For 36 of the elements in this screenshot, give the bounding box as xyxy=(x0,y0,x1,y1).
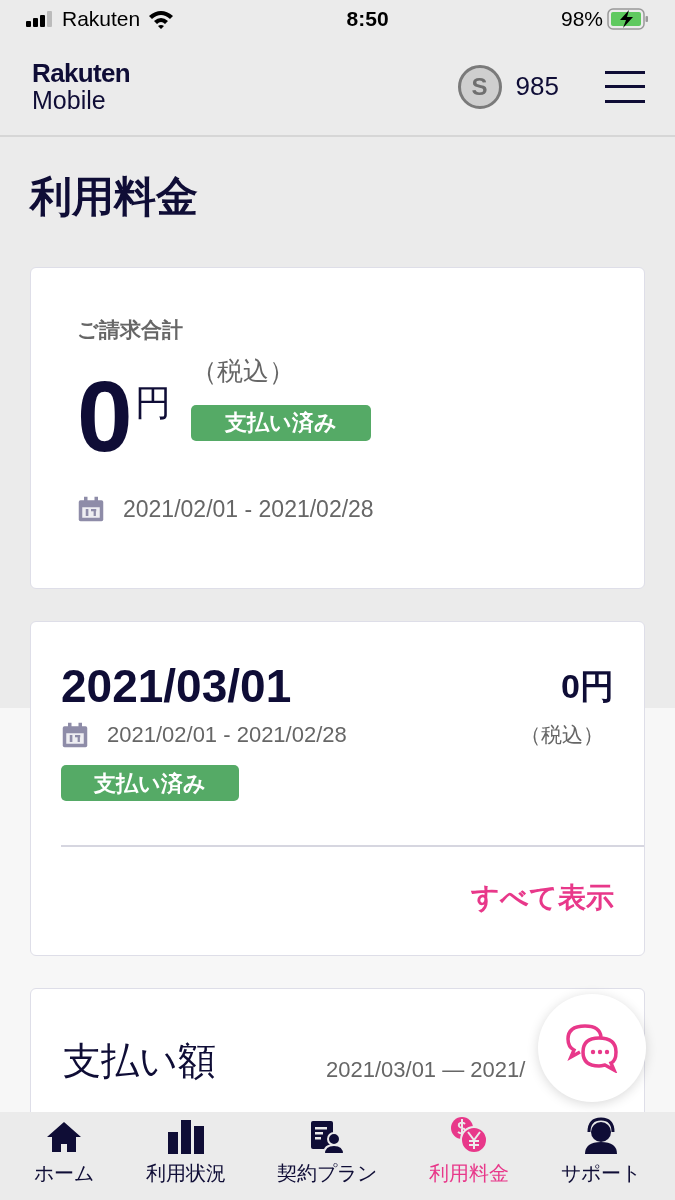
payment-period: 2021/03/01 — 2021/ xyxy=(326,1056,526,1084)
signal-icon xyxy=(26,11,54,27)
nav-tab[interactable]: 利用状況 xyxy=(145,1118,226,1188)
menu-button[interactable] xyxy=(605,70,645,103)
battery-charging-icon xyxy=(607,8,649,30)
summary-label: ご請求合計 xyxy=(77,317,184,343)
points-balance: 985 xyxy=(515,70,559,103)
nav-tab[interactable]: 契約プラン xyxy=(277,1120,378,1188)
logo-subtitle: Mobile xyxy=(32,88,107,113)
payment-title: 支払い額 xyxy=(63,1039,216,1084)
bill-date: 2021/03/01 xyxy=(61,659,292,714)
nav-tab[interactable]: ホーム xyxy=(33,1120,94,1188)
battery-percent: 98% xyxy=(560,6,603,33)
headset-person-icon xyxy=(583,1116,620,1154)
calendar-icon xyxy=(77,494,105,523)
document-person-icon xyxy=(310,1120,345,1154)
billing-period: 2021/02/01 - 2021/02/28 xyxy=(107,721,347,749)
bill-amount: 0円 xyxy=(561,666,614,707)
nav-tab[interactable]: サポート xyxy=(561,1116,642,1188)
points-coin-icon: S xyxy=(457,64,502,109)
wifi-icon xyxy=(148,9,175,29)
calendar-icon xyxy=(61,720,89,749)
tax-note: （税込） xyxy=(190,354,296,388)
bar-chart-icon xyxy=(166,1118,205,1154)
billing-period: 2021/02/01 - 2021/02/28 xyxy=(123,494,374,524)
page-title: 利用料金 xyxy=(30,172,199,222)
total-amount: 0 xyxy=(77,365,133,466)
logo-wordmark[interactable]: Rakuten xyxy=(32,60,131,86)
paid-status-badge: 支払い済み xyxy=(61,765,239,801)
chat-bubbles-icon xyxy=(565,1023,619,1073)
clock-time: 8:50 xyxy=(346,6,389,33)
show-all-link[interactable]: すべて表示 xyxy=(471,877,614,919)
tax-note: （税込） xyxy=(520,721,604,748)
paid-status-badge: 支払い済み xyxy=(190,404,371,441)
currency-unit: 円 xyxy=(134,380,171,425)
carrier-name: Rakuten xyxy=(62,6,141,33)
